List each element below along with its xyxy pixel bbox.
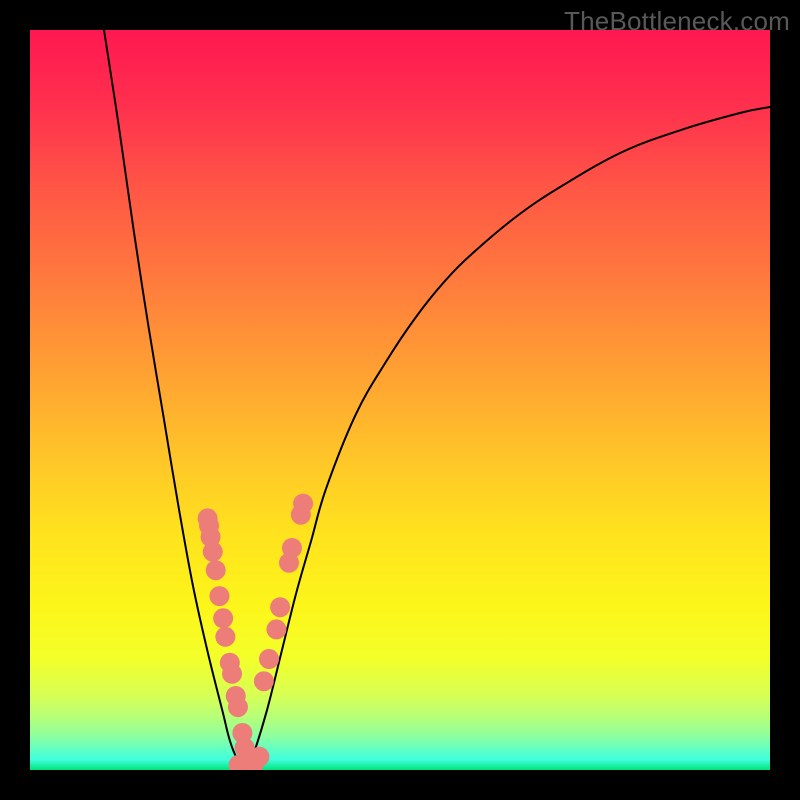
- marker-left-9: [222, 664, 242, 684]
- marker-right-7: [259, 649, 279, 669]
- plot-area: [30, 30, 770, 770]
- marker-left-7: [215, 627, 235, 647]
- marker-left-3: [203, 542, 223, 562]
- marker-left-4: [206, 560, 226, 580]
- marker-right-6: [254, 671, 274, 691]
- marker-right-5: [293, 494, 313, 514]
- chart-svg: [30, 30, 770, 770]
- marker-right-0: [266, 619, 286, 639]
- marker-right-3: [282, 538, 302, 558]
- marker-left-6: [213, 608, 233, 628]
- marker-left-5: [209, 586, 229, 606]
- marker-right-1: [270, 597, 290, 617]
- gradient-bg: [30, 30, 770, 770]
- marker-bottom-3: [249, 747, 269, 767]
- chart-stage: TheBottleneck.com: [0, 0, 800, 800]
- marker-left-11: [228, 697, 248, 717]
